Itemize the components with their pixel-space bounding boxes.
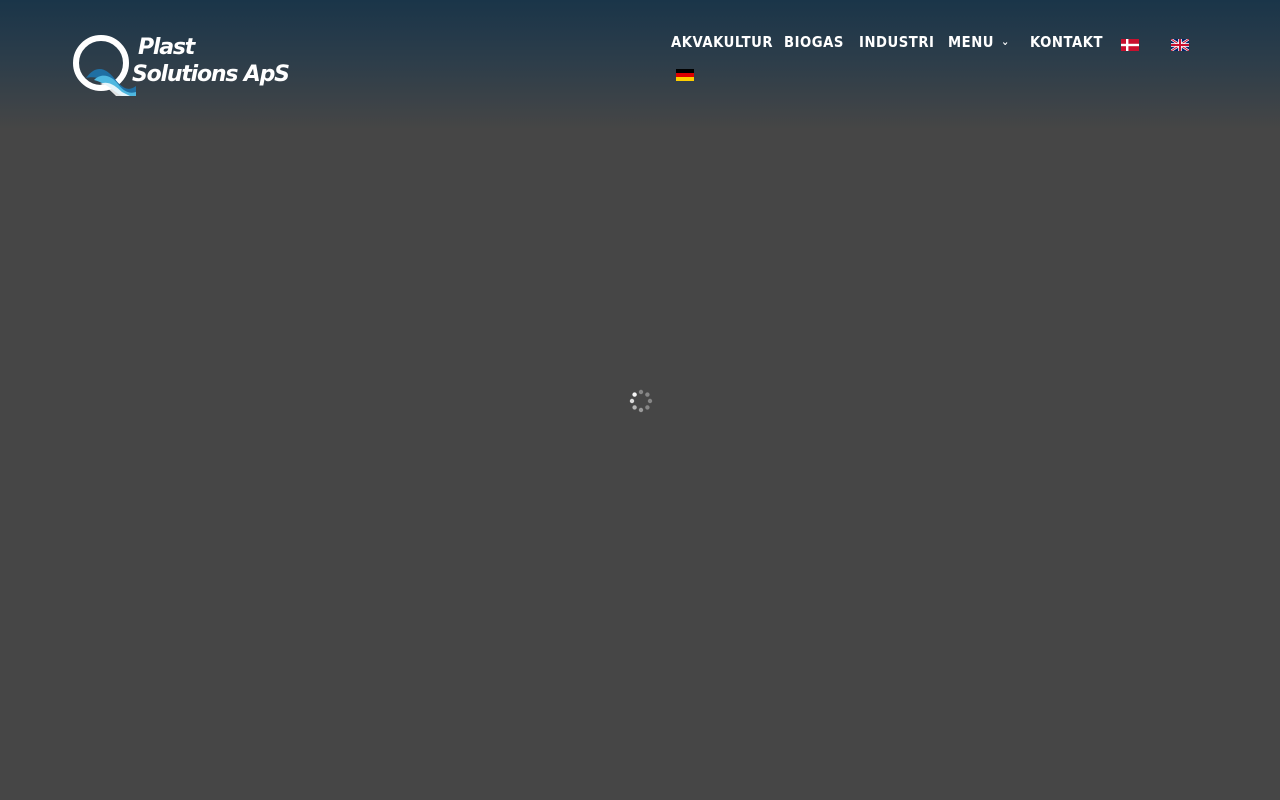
language-danish[interactable] — [1121, 38, 1139, 51]
language-english[interactable] — [1170, 38, 1190, 52]
nav-item-industri[interactable]: INDUSTRI — [859, 30, 934, 54]
site-logo[interactable]: Plast Solutions ApS — [72, 34, 290, 96]
page: Plast Solutions ApS AKVAKULTUR BIOGAS IN… — [0, 0, 1280, 800]
nav-item-menu[interactable]: MENU ⌄ — [948, 30, 1010, 54]
chevron-down-icon: ⌄ — [1001, 35, 1010, 48]
logo-line-1: Plast — [138, 35, 195, 60]
uk-flag-icon — [1170, 38, 1190, 52]
logo-wordmark: Plast Solutions ApS — [132, 34, 290, 88]
nav-item-kontakt[interactable]: KONTAKT — [1030, 30, 1103, 54]
nav-item-menu-label: MENU — [948, 33, 995, 51]
nav-item-akvakultur[interactable]: AKVAKULTUR — [671, 30, 773, 54]
site-header: Plast Solutions ApS AKVAKULTUR BIOGAS IN… — [0, 0, 1280, 130]
logo-line-2: Solutions ApS — [132, 62, 290, 87]
loading-spinner-icon — [629, 389, 653, 413]
language-german[interactable] — [676, 68, 694, 81]
german-flag-icon — [676, 69, 694, 81]
nav-item-biogas[interactable]: BIOGAS — [784, 30, 844, 54]
danish-flag-icon — [1121, 39, 1139, 51]
logo-emblem-icon — [73, 35, 136, 96]
main-navigation: AKVAKULTUR BIOGAS INDUSTRI MENU ⌄ KONTAKT — [671, 30, 1211, 90]
